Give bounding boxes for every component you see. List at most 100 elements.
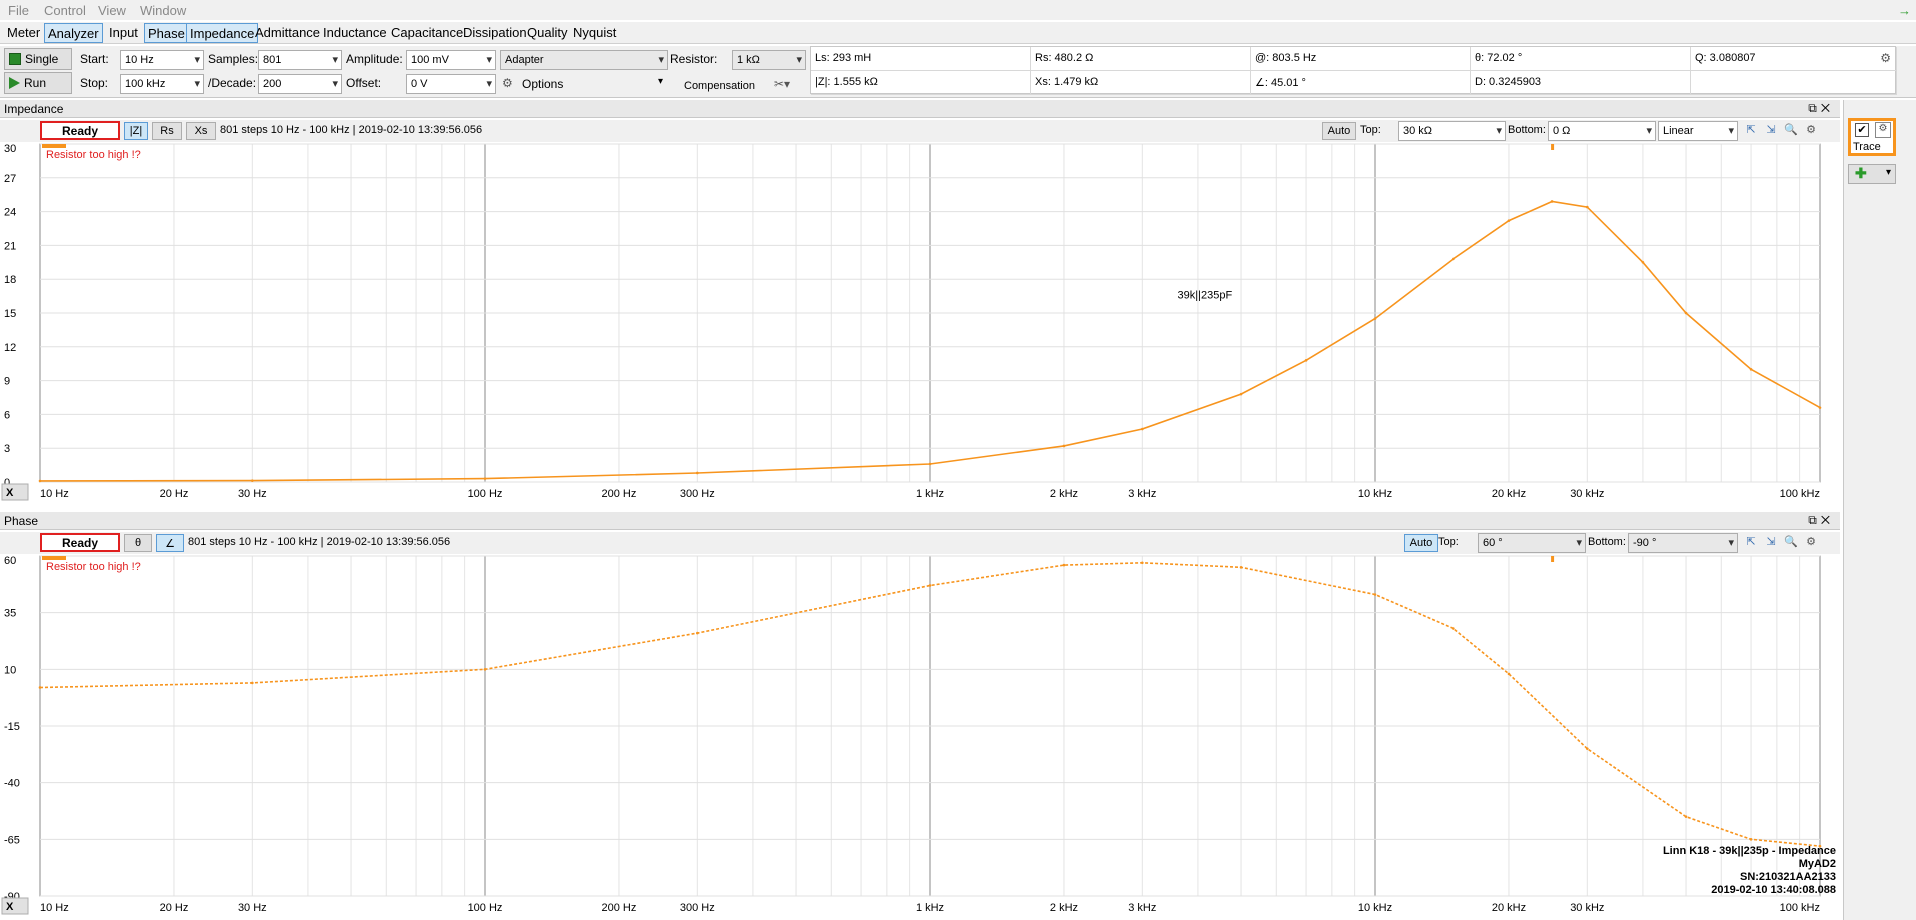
y-tick-label: -15 bbox=[4, 721, 20, 733]
data-point bbox=[1550, 200, 1554, 203]
run-button-label: Run bbox=[24, 76, 47, 90]
single-run-icon bbox=[9, 53, 21, 65]
rs-button[interactable]: Rs bbox=[152, 122, 182, 140]
tab-capacitance[interactable]: Capacitance bbox=[388, 23, 466, 43]
data-point bbox=[483, 477, 487, 480]
y-tick-label: 60 bbox=[4, 555, 16, 567]
tab-input[interactable]: Input bbox=[106, 23, 141, 43]
options-dropdown[interactable]: Options bbox=[522, 77, 563, 91]
y-tick-label: 15 bbox=[4, 308, 16, 320]
data-point bbox=[1452, 627, 1455, 630]
stop-label: Stop: bbox=[80, 76, 109, 90]
x-axis-selector-label: X bbox=[6, 487, 14, 499]
menu-view[interactable]: View bbox=[98, 3, 126, 18]
phase-auto-button[interactable]: Auto bbox=[1404, 534, 1438, 552]
zoom-y-icon[interactable]: ⇲ bbox=[1762, 123, 1780, 140]
menu-bar: File Control View Window → bbox=[0, 0, 1916, 20]
data-point bbox=[1373, 317, 1377, 320]
compensation-label: Compensation bbox=[684, 80, 755, 92]
theta-button[interactable]: θ bbox=[124, 534, 152, 552]
y-tick-label: -40 bbox=[4, 778, 20, 790]
phase-bottom-select[interactable]: -90 ° bbox=[1628, 533, 1738, 553]
start-select[interactable]: 10 Hz bbox=[120, 50, 204, 70]
decade-select[interactable]: 200 bbox=[258, 74, 342, 94]
x-tick-label: 20 kHz bbox=[1492, 902, 1526, 914]
options-gear-icon[interactable]: ⚙ bbox=[502, 76, 513, 90]
data-point bbox=[251, 479, 254, 482]
phase-zoom-x-icon[interactable]: ⇱ bbox=[1742, 535, 1760, 552]
menu-window[interactable]: Window bbox=[140, 3, 186, 18]
x-tick-label: 100 Hz bbox=[468, 488, 503, 500]
menu-file[interactable]: File bbox=[8, 3, 29, 18]
tab-meter[interactable]: Meter bbox=[4, 23, 43, 43]
cursor-marker bbox=[1551, 144, 1555, 150]
phase-top-select[interactable]: 60 ° bbox=[1478, 533, 1586, 553]
options-chevron-down-icon[interactable]: ▾ bbox=[658, 76, 663, 87]
readout-empty bbox=[1691, 71, 1897, 95]
device-watermark: Linn K18 - 39k||235p - Impedance MyAD2 S… bbox=[1663, 845, 1836, 897]
impedance-auto-button[interactable]: Auto bbox=[1322, 122, 1356, 140]
trace-marker bbox=[42, 144, 66, 148]
readout-ls: Ls: 293 mH bbox=[811, 47, 1031, 71]
phase-plot[interactable]: 603510-15-40-65-9010 Hz 20 Hz 30 Hz 100 Hz 2… bbox=[0, 554, 1840, 920]
tab-inductance[interactable]: Inductance bbox=[320, 23, 390, 43]
resistor-select[interactable]: 1 kΩ bbox=[732, 50, 806, 70]
add-trace-chevron-down-icon: ▾ bbox=[1885, 167, 1891, 178]
play-icon bbox=[9, 77, 20, 89]
y-tick-label: 10 bbox=[4, 664, 16, 676]
offset-label: Offset: bbox=[346, 76, 382, 90]
trace-settings-gear-icon[interactable]: ⚙ bbox=[1875, 122, 1891, 138]
impedance-top-select[interactable]: 30 kΩ bbox=[1398, 121, 1506, 141]
zoom-x-icon[interactable]: ⇱ bbox=[1742, 123, 1760, 140]
xs-button[interactable]: Xs bbox=[186, 122, 216, 140]
offset-select[interactable]: 0 V bbox=[406, 74, 496, 94]
phase-panel-window-controls-icon[interactable]: ⧉✕ bbox=[1808, 513, 1834, 528]
z-magnitude-button[interactable]: |Z| bbox=[124, 122, 148, 140]
add-trace-button[interactable]: ✚ ▾ bbox=[1848, 164, 1896, 184]
tab-nyquist[interactable]: Nyquist bbox=[570, 23, 619, 43]
menu-control[interactable]: Control bbox=[44, 3, 86, 18]
panel-window-controls-icon[interactable]: ⧉✕ bbox=[1808, 101, 1834, 116]
phase-plot-settings-gear-icon[interactable]: ⚙ bbox=[1802, 535, 1820, 552]
phase-magnifier-icon[interactable]: 🔍 bbox=[1782, 535, 1800, 552]
x-tick-label: 30 kHz bbox=[1570, 902, 1604, 914]
trace-checkbox[interactable]: ✔ bbox=[1855, 123, 1869, 137]
run-button[interactable]: Run bbox=[4, 72, 72, 94]
readout-rs: Rs: 480.2 Ω bbox=[1031, 47, 1251, 71]
angle-button[interactable]: ∠ bbox=[156, 534, 184, 552]
dock-arrow-icon[interactable]: → bbox=[1898, 3, 1911, 18]
magnifier-icon[interactable]: 🔍 bbox=[1782, 123, 1800, 140]
data-point bbox=[1141, 561, 1144, 565]
impedance-scale-select[interactable]: Linear bbox=[1658, 121, 1738, 141]
data-point bbox=[1304, 359, 1308, 362]
tab-dissipation[interactable]: Dissipation bbox=[460, 23, 530, 43]
impedance-bottom-label: Bottom: bbox=[1508, 124, 1546, 136]
data-point bbox=[928, 584, 932, 587]
tab-impedance[interactable]: Impedance bbox=[186, 23, 259, 43]
y-tick-label: 12 bbox=[4, 342, 16, 354]
adapter-select[interactable]: Adapter bbox=[500, 50, 668, 70]
x-tick-label: 10 kHz bbox=[1358, 902, 1392, 914]
x-tick-label: 2 kHz bbox=[1050, 902, 1078, 914]
tab-phase[interactable]: Phase bbox=[144, 23, 189, 43]
tab-analyzer[interactable]: Analyzer bbox=[44, 23, 103, 43]
readout-settings-gear-icon[interactable]: ⚙ bbox=[1880, 51, 1891, 65]
readout-d: D: 0.3245903 bbox=[1471, 71, 1691, 95]
amplitude-select[interactable]: 100 mV bbox=[406, 50, 496, 70]
view-tab-bar: Meter Analyzer Input Phase Impedance Adm… bbox=[0, 22, 1916, 44]
compensation-tools-icon[interactable]: ✂▾ bbox=[774, 77, 790, 91]
single-button[interactable]: Single bbox=[4, 48, 72, 70]
impedance-plot[interactable]: 03691215182124273010 Hz 20 Hz 30 Hz 100 Hz 2… bbox=[0, 142, 1840, 506]
samples-label: Samples: bbox=[208, 52, 259, 66]
trace-toggle-group[interactable]: ✔ ⚙ Trace bbox=[1848, 118, 1896, 156]
plot-settings-gear-icon[interactable]: ⚙ bbox=[1802, 123, 1820, 140]
samples-select[interactable]: 801 bbox=[258, 50, 342, 70]
impedance-sweep-info: 801 steps 10 Hz - 100 kHz | 2019-02-10 1… bbox=[220, 124, 483, 136]
phase-bottom-label: Bottom: bbox=[1588, 536, 1626, 548]
impedance-bottom-select[interactable]: 0 Ω bbox=[1548, 121, 1656, 141]
tab-quality[interactable]: Quality bbox=[524, 23, 570, 43]
phase-zoom-y-icon[interactable]: ⇲ bbox=[1762, 535, 1780, 552]
stop-select[interactable]: 100 kHz bbox=[120, 74, 204, 94]
trace-marker bbox=[42, 556, 66, 560]
tab-admittance[interactable]: Admittance bbox=[252, 23, 323, 43]
